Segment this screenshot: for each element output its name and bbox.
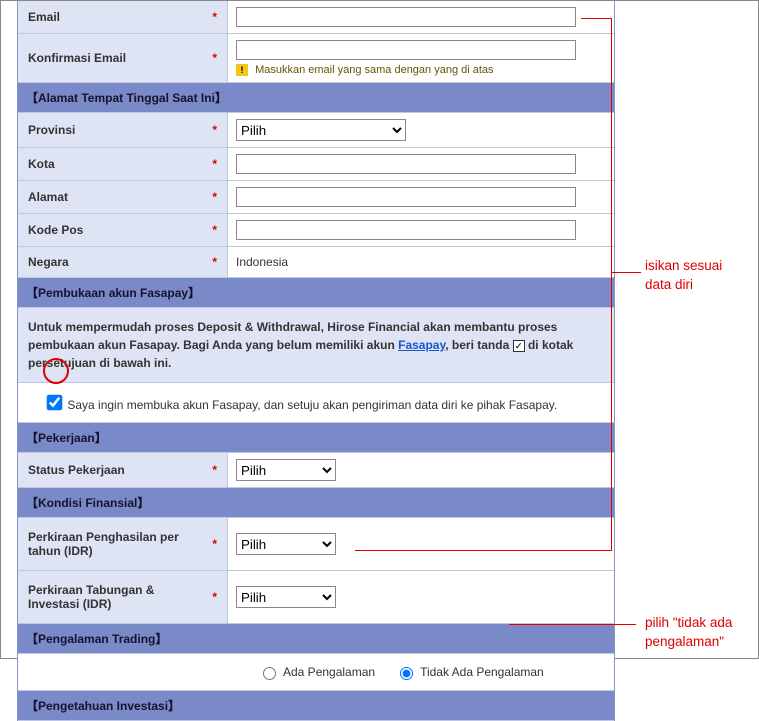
required-mark: * [212, 123, 217, 137]
required-mark: * [212, 157, 217, 171]
tabungan-select[interactable]: Pilih [236, 586, 336, 608]
row-email: Email * [18, 1, 614, 34]
label-alamat: Alamat * [18, 181, 228, 213]
kodepos-input[interactable] [236, 220, 576, 240]
confirm-email-hint-text: Masukkan email yang sama dengan yang di … [255, 64, 493, 76]
annotation-tidak-ada: pilih "tidak ada pengalaman" [645, 614, 732, 652]
warning-icon: ! [236, 64, 248, 76]
required-mark: * [212, 223, 217, 237]
required-mark: * [212, 10, 217, 24]
row-status-pekerjaan: Status Pekerjaan * Pilih [18, 453, 614, 488]
label-penghasilan: Perkiraan Penghasilan per tahun (IDR) * [18, 518, 228, 570]
required-mark: * [212, 537, 217, 551]
label-kodepos-text: Kode Pos [28, 223, 83, 237]
label-confirm-email-text: Konfirmasi Email [28, 51, 126, 65]
status-pekerjaan-select[interactable]: Pilih [236, 459, 336, 481]
section-pekerjaan: 【Pekerjaan】 [18, 423, 614, 453]
row-kodepos: Kode Pos * [18, 214, 614, 247]
required-mark: * [212, 190, 217, 204]
label-email-text: Email [28, 10, 60, 24]
section-alamat: 【Alamat Tempat Tinggal Saat Ini】 [18, 83, 614, 113]
annotation-hline-mid [611, 272, 641, 273]
fasapay-link[interactable]: Fasapay [398, 338, 445, 352]
trading-ada-radio[interactable] [263, 667, 276, 680]
registration-form: Email * Konfirmasi Email * ! Masukkan em… [17, 1, 615, 721]
provinsi-select[interactable]: Pilih [236, 119, 406, 141]
section-finansial: 【Kondisi Finansial】 [18, 488, 614, 518]
row-penghasilan: Perkiraan Penghasilan per tahun (IDR) * … [18, 518, 614, 571]
label-kota: Kota * [18, 148, 228, 180]
email-input[interactable] [236, 7, 576, 27]
label-alamat-text: Alamat [28, 190, 68, 204]
label-email: Email * [18, 1, 228, 33]
label-status-pekerjaan-text: Status Pekerjaan [28, 463, 125, 477]
label-tabungan: Perkiraan Tabungan & Investasi (IDR) * [18, 571, 228, 623]
fasapay-instructions: Untuk mempermudah proses Deposit & Withd… [18, 308, 614, 383]
row-kota: Kota * [18, 148, 614, 181]
negara-value: Indonesia [236, 255, 606, 269]
confirm-email-hint: ! Masukkan email yang sama dengan yang d… [236, 64, 606, 76]
annotation-data-diri: isikan sesuai data diri [645, 257, 722, 295]
trading-tidak-radio[interactable] [400, 667, 413, 680]
row-negara: Negara * Indonesia [18, 247, 614, 278]
trading-ada-option[interactable]: Ada Pengalaman [258, 664, 375, 680]
required-mark: * [212, 51, 217, 65]
label-penghasilan-text: Perkiraan Penghasilan per tahun (IDR) [28, 530, 206, 558]
required-mark: * [212, 463, 217, 477]
alamat-input[interactable] [236, 187, 576, 207]
section-trading: 【Pengalaman Trading】 [18, 624, 614, 654]
penghasilan-select[interactable]: Pilih [236, 533, 336, 555]
label-kota-text: Kota [28, 157, 55, 171]
label-tabungan-text: Perkiraan Tabungan & Investasi (IDR) [28, 583, 206, 611]
fasapay-agree-row: Saya ingin membuka akun Fasapay, dan set… [18, 383, 614, 423]
label-provinsi-text: Provinsi [28, 123, 75, 137]
required-mark: * [212, 255, 217, 269]
row-alamat: Alamat * [18, 181, 614, 214]
trading-tidak-label: Tidak Ada Pengalaman [420, 665, 544, 679]
label-negara: Negara * [18, 247, 228, 277]
confirm-email-input[interactable] [236, 40, 576, 60]
row-confirm-email: Konfirmasi Email * ! Masukkan email yang… [18, 34, 614, 83]
required-mark: * [212, 590, 217, 604]
section-investasi: 【Pengetahuan Investasi】 [18, 691, 614, 721]
kota-input[interactable] [236, 154, 576, 174]
label-confirm-email: Konfirmasi Email * [18, 34, 228, 82]
trading-experience-row: Ada Pengalaman Tidak Ada Pengalaman [18, 654, 614, 691]
label-negara-text: Negara [28, 255, 69, 269]
trading-tidak-option[interactable]: Tidak Ada Pengalaman [395, 664, 544, 680]
fasapay-agree-label[interactable]: Saya ingin membuka akun Fasapay, dan set… [67, 398, 557, 412]
fasapay-agree-checkbox[interactable] [47, 395, 63, 411]
row-tabungan: Perkiraan Tabungan & Investasi (IDR) * P… [18, 571, 614, 624]
instr-mid: , beri tanda [445, 338, 512, 352]
trading-ada-label: Ada Pengalaman [283, 665, 375, 679]
label-status-pekerjaan: Status Pekerjaan * [18, 453, 228, 487]
checkmark-icon: ✓ [513, 340, 525, 352]
section-fasapay: 【Pembukaan akun Fasapay】 [18, 278, 614, 308]
label-provinsi: Provinsi * [18, 113, 228, 147]
label-kodepos: Kode Pos * [18, 214, 228, 246]
row-provinsi: Provinsi * Pilih [18, 113, 614, 148]
